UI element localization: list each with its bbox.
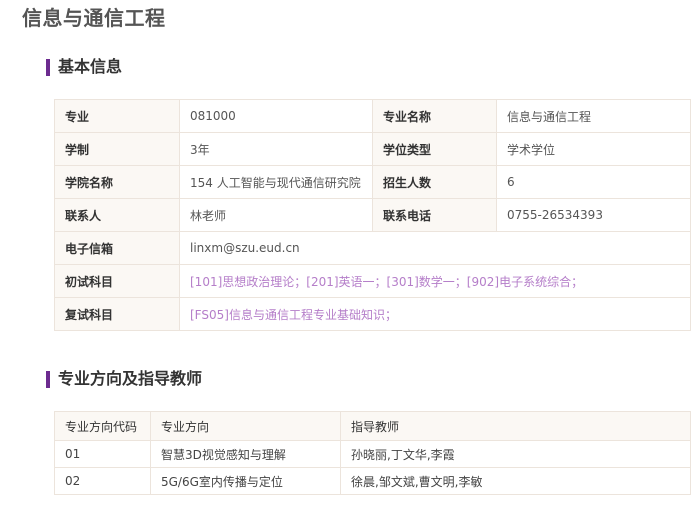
section-heading-text: 基本信息 (58, 57, 123, 76)
section-heading-directions: 专业方向及指导教师 (46, 369, 202, 389)
table-row: 电子信箱 linxm@szu.eud.cn (54, 231, 691, 265)
prelim-subjects-link[interactable]: [101]思想政治理论；[201]英语一；[301]数学一；[902]电子系统综… (179, 264, 691, 298)
email-label: 电子信箱 (54, 231, 180, 265)
section-heading-text: 专业方向及指导教师 (58, 369, 203, 388)
retest-subjects-link[interactable]: [FS05]信息与通信工程专业基础知识； (179, 297, 691, 331)
degree-type-value: 学术学位 (496, 132, 691, 166)
major-name-label: 专业名称 (372, 99, 497, 133)
phone-value: 0755-26534393 (496, 198, 691, 232)
direction-name: 智慧3D视觉感知与理解 (150, 440, 341, 468)
section-accent-bar (46, 370, 50, 388)
enrollment-value: 6 (496, 165, 691, 199)
retest-subjects-label: 复试科目 (54, 297, 180, 331)
contact-value: 林老师 (179, 198, 373, 232)
table-row: 01 智慧3D视觉感知与理解 孙晓丽,丁文华,李霞 (54, 440, 691, 468)
table-row: 联系人 林老师 联系电话 0755-26534393 (54, 198, 691, 232)
prelim-subjects-label: 初试科目 (54, 264, 180, 298)
direction-advisors: 孙晓丽,丁文华,李霞 (340, 440, 691, 468)
direction-code: 02 (54, 467, 151, 495)
table-row: 02 5G/6G室内传播与定位 徐晨,邹文斌,曹文明,李敏 (54, 467, 691, 495)
direction-advisors: 徐晨,邹文斌,曹文明,李敏 (340, 467, 691, 495)
basic-info-table: 专业 081000 专业名称 信息与通信工程 学制 3年 学位类型 学术学位 学… (54, 99, 691, 331)
phone-label: 联系电话 (372, 198, 497, 232)
section-heading-basic-info: 基本信息 (46, 57, 122, 77)
enrollment-label: 招生人数 (372, 165, 497, 199)
major-label: 专业 (54, 99, 180, 133)
table-row: 学院名称 154 人工智能与现代通信研究院 招生人数 6 (54, 165, 691, 199)
degree-type-label: 学位类型 (372, 132, 497, 166)
email-value: linxm@szu.eud.cn (179, 231, 691, 265)
contact-label: 联系人 (54, 198, 180, 232)
table-row: 初试科目 [101]思想政治理论；[201]英语一；[301]数学一；[902]… (54, 264, 691, 298)
directions-table: 专业方向代码 专业方向 指导教师 01 智慧3D视觉感知与理解 孙晓丽,丁文华,… (54, 411, 691, 495)
college-label: 学院名称 (54, 165, 180, 199)
duration-value: 3年 (179, 132, 373, 166)
header-direction-code: 专业方向代码 (54, 411, 151, 441)
header-advisors: 指导教师 (340, 411, 691, 441)
major-name-value: 信息与通信工程 (496, 99, 691, 133)
direction-code: 01 (54, 440, 151, 468)
duration-label: 学制 (54, 132, 180, 166)
college-value: 154 人工智能与现代通信研究院 (179, 165, 373, 199)
section-accent-bar (46, 58, 50, 76)
page-title: 信息与通信工程 (22, 6, 166, 30)
major-code-value: 081000 (179, 99, 373, 133)
table-row: 学制 3年 学位类型 学术学位 (54, 132, 691, 166)
table-row: 复试科目 [FS05]信息与通信工程专业基础知识； (54, 297, 691, 331)
header-direction-name: 专业方向 (150, 411, 341, 441)
table-row: 专业 081000 专业名称 信息与通信工程 (54, 99, 691, 133)
direction-name: 5G/6G室内传播与定位 (150, 467, 341, 495)
table-header-row: 专业方向代码 专业方向 指导教师 (54, 411, 691, 441)
